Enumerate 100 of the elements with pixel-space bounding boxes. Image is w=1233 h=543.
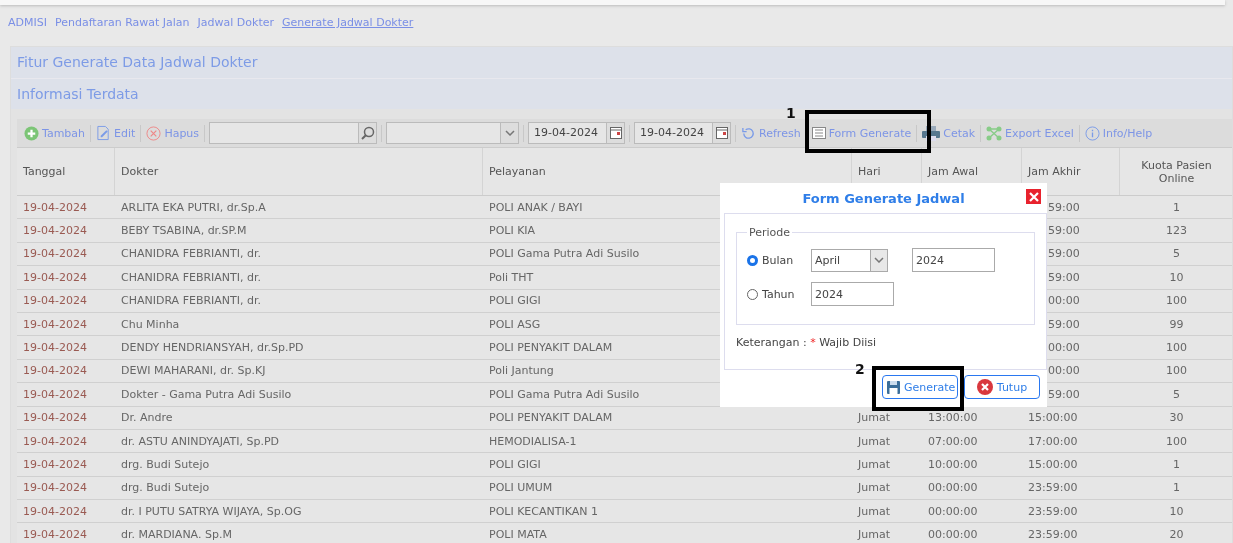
table-cell: 1 [1173,458,1180,471]
table-cell: 19-04-2024 [23,341,87,355]
table-cell: 19-04-2024 [23,270,87,284]
table-cell: 59:00 [1048,224,1080,238]
table-cell: dr. MARDIANA. Sp.M [121,528,232,542]
table-cell: POLI ANAK / BAYI [489,200,583,214]
table-cell: 19-04-2024 [23,504,87,518]
panel-title: Fitur Generate Data Jadwal Dokter [11,47,1232,79]
date-field[interactable]: 19-04-2024 [634,122,732,144]
table-cell: Jumat [858,458,890,471]
table-cell: Jumat [858,411,890,425]
month-dropdown[interactable]: April [811,248,888,272]
table-cell: POLI GIGI [489,294,541,308]
table-cell: 00:00:00 [928,528,978,542]
step-number: 2 [855,361,865,377]
table-cell: 100 [1166,294,1187,308]
table-cell: 10:00:00 [928,458,978,471]
table-cell: 100 [1166,434,1187,448]
table-cell: 5 [1173,247,1180,261]
table-cell: drg. Budi Sutejo [121,458,210,471]
table-cell: CHANIDRA FEBRIANTI, dr. [121,247,262,261]
table-cell: 19-04-2024 [23,387,87,401]
table-cell: POLI PENYAKIT DALAM [489,411,613,425]
table-cell: POLI Gama Putra Adi Susilo [489,247,640,261]
table-cell: 59:00 [1048,247,1080,261]
table-cell: ARLITA EKA PUTRI, dr.Sp.A [121,200,266,214]
table-cell: 00:00 [1048,294,1080,308]
table-cell: CHANIDRA FEBRIANTI, dr. [121,270,262,284]
table-cell: 59:00 [1048,317,1080,331]
table-cell: 19-04-2024 [23,247,87,261]
table-cell: 30 [1169,411,1184,425]
table-cell: Poli THT [489,270,534,284]
table-cell: POLI KIA [489,224,536,238]
table-cell: Poli Jantung [489,364,554,378]
table-cell: 19-04-2024 [23,364,87,378]
table-cell: 17:00:00 [1028,434,1078,448]
radio-option[interactable]: Bulan [747,253,811,267]
table-cell: 99 [1169,317,1184,331]
table-cell: Jumat [858,528,890,542]
table-cell: 59:00 [1048,270,1080,284]
table-cell: 19-04-2024 [23,434,87,448]
section-title: Informasi Terdata [11,79,1232,109]
close-dialog-button[interactable]: Tutup [964,375,1040,399]
table-cell: Chu Minha [121,317,180,331]
table-cell: 1 [1173,481,1180,495]
table-cell: 07:00:00 [928,434,978,448]
table-cell: POLI GIGI [489,458,541,471]
table-cell: 123 [1166,224,1187,238]
table-cell: 00:00 [1048,341,1080,355]
table-cell: 23:59:00 [1028,528,1078,542]
generate-button[interactable]: Generate [882,375,958,399]
table-cell: DEWI MAHARANI, dr. Sp.KJ [121,364,266,378]
table-cell: POLI PENYAKIT DALAM [489,341,613,355]
table-cell: 19-04-2024 [23,458,87,471]
table-cell: 15:00:00 [1028,411,1078,425]
table-cell: CHANIDRA FEBRIANTI, dr. [121,294,262,308]
table-cell: 100 [1166,364,1187,378]
table-cell: POLI ASG [489,317,541,331]
table-cell: 19-04-2024 [23,224,87,238]
table-cell: 00:00 [1048,364,1080,378]
table-cell: dr. I PUTU SATRYA WIJAYA, Sp.OG [121,504,302,518]
note-text: Keterangan : * Wajib Diisi [736,336,878,349]
table-cell: 20 [1169,528,1184,542]
table-cell: POLI Gama Putra Adi Susilo [489,387,640,401]
table-cell: 19-04-2024 [23,200,87,214]
year-field[interactable]: 2024 [811,282,894,306]
year-field[interactable]: 2024 [912,248,995,272]
radio-option[interactable]: Tahun [747,287,811,301]
table-cell: 23:59:00 [1028,504,1078,518]
table-cell: 10 [1169,504,1184,518]
table-cell: 00:00:00 [928,481,978,495]
table-cell: 15:00:00 [1028,458,1078,471]
table-cell: Dokter - Gama Putra Adi Susilo [121,387,292,401]
column-header[interactable]: Dokter [115,148,483,195]
table-cell: 59:00 [1048,200,1080,214]
date-field[interactable]: 19-04-2024 [528,122,626,144]
table-cell: Jumat [858,481,890,495]
table-cell: drg. Budi Sutejo [121,481,210,495]
table-cell: 1 [1173,200,1180,214]
table-cell: Jumat [858,504,890,518]
column-header[interactable]: Tanggal [17,148,115,195]
table-cell: HEMODIALISA-1 [489,434,577,448]
table-cell: 19-04-2024 [23,528,87,542]
group-legend: Periode [747,226,793,239]
table-cell: 100 [1166,341,1187,355]
table-cell: 19-04-2024 [23,481,87,495]
table-cell: 00:00:00 [928,504,978,518]
table-cell: 23:59:00 [1028,481,1078,495]
table-cell: dr. ASTU ANINDYAJATI, Sp.PD [121,434,279,448]
table-cell: Dr. Andre [121,411,173,425]
table-cell: BEBY TSABINA, dr.SP.M [121,224,247,238]
table-cell: 19-04-2024 [23,294,87,308]
table-cell: 19-04-2024 [23,317,87,331]
table-cell: DENDY HENDRIANSYAH, dr.Sp.PD [121,341,304,355]
table-cell: POLI UMUM [489,481,553,495]
table-cell: Jumat [858,434,890,448]
column-header[interactable]: Kuota Pasien Online [1120,148,1233,195]
table-cell: POLI MATA [489,528,547,542]
table-cell: 19-04-2024 [23,411,87,425]
table-cell: 59:00 [1048,387,1080,401]
